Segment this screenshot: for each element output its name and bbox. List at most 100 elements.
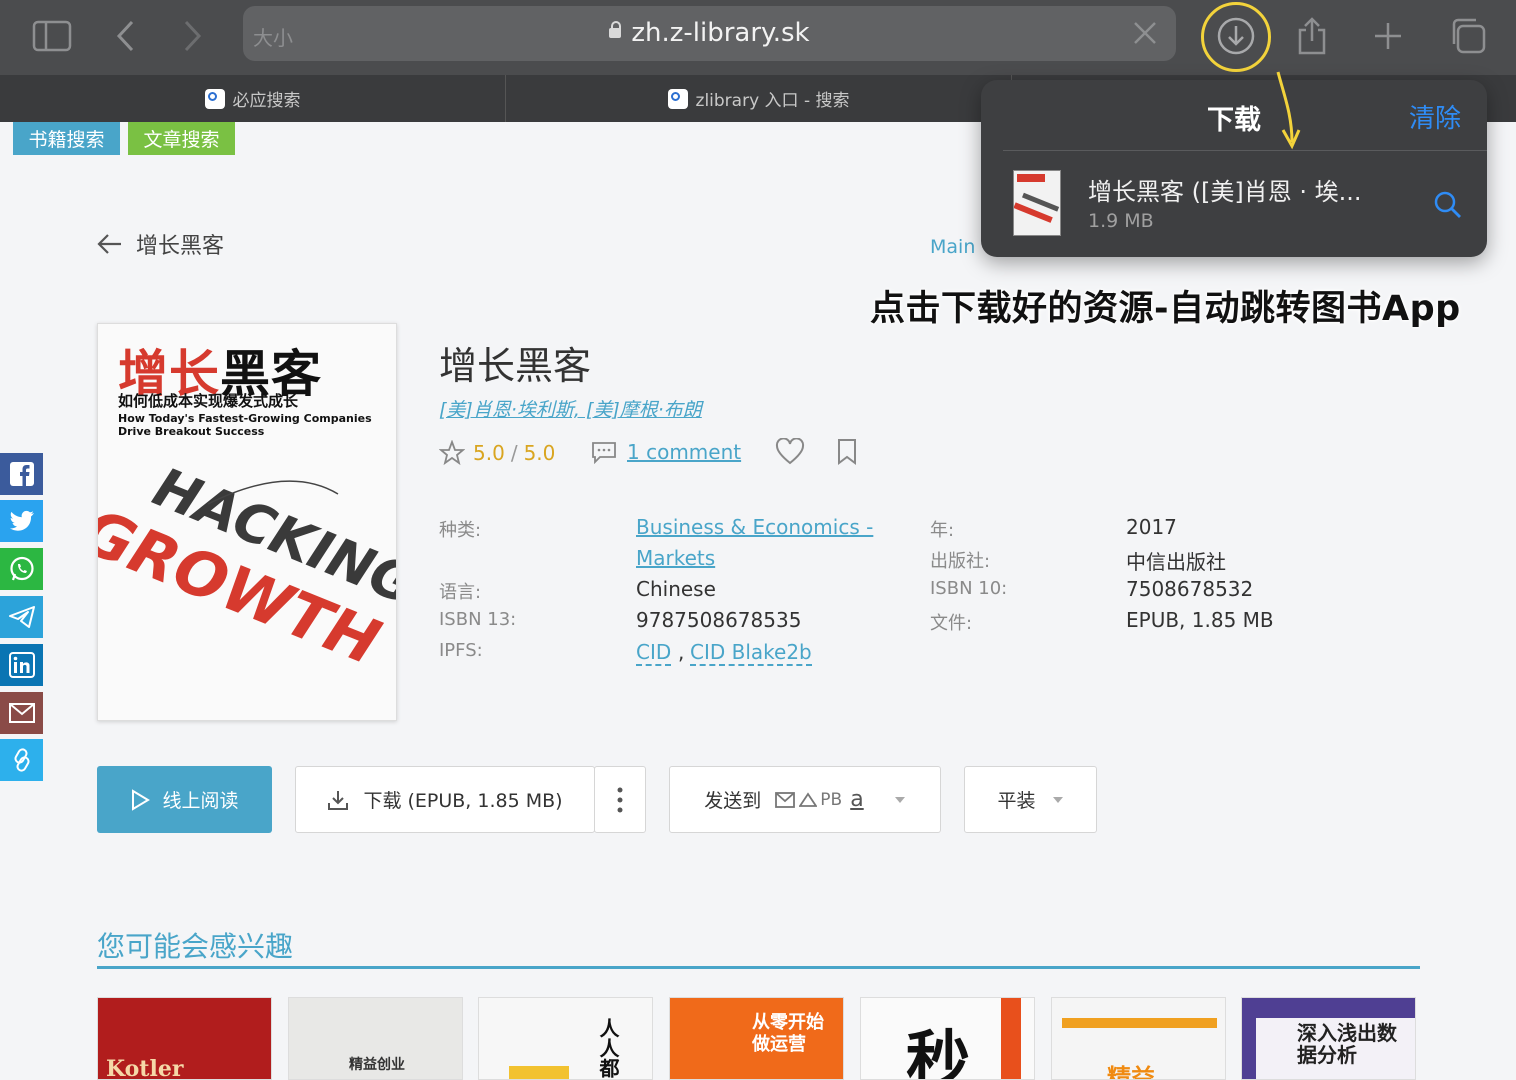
tabs-overview-icon[interactable] [1446, 14, 1490, 58]
sidebar-toggle-icon[interactable] [30, 14, 74, 58]
book-title: 增长黑客 [439, 344, 592, 388]
recommend-book[interactable]: 深入浅出数据分析 [1241, 997, 1416, 1080]
forward-arrow-icon[interactable] [170, 14, 214, 58]
book-search-button[interactable]: 书籍搜索 [13, 122, 120, 155]
amazon-label: a [850, 787, 864, 812]
download-label: 下载 (EPUB, 1.85 MB) [363, 790, 563, 812]
send-to-button[interactable]: 发送到 PB a [669, 766, 941, 833]
back-arrow-icon[interactable] [104, 14, 148, 58]
download-arrow-icon [328, 790, 349, 810]
send-to-label: 发送到 [704, 790, 762, 812]
search-favicon-icon [204, 88, 225, 109]
cover-subtitle: 如何低成本实现爆发式成长 [118, 392, 299, 410]
bookmark-icon[interactable] [836, 438, 858, 466]
recommend-book[interactable]: 从零开始做运营 [669, 997, 844, 1080]
back-link[interactable]: 增长黑客 [96, 228, 224, 260]
lock-icon [609, 21, 622, 38]
star-icon[interactable] [439, 440, 465, 466]
file-label: 文件: [930, 613, 973, 634]
isbn13-value: 9787508678535 [636, 608, 802, 632]
cloud-drive-icon [799, 791, 818, 807]
category-link[interactable]: Business & Economics - [636, 515, 873, 539]
more-options-button[interactable] [594, 766, 646, 833]
comment-icon [592, 442, 616, 464]
download-icon[interactable] [1214, 14, 1258, 58]
more-dots-icon [617, 787, 623, 812]
ipfs-separator: , [678, 640, 685, 664]
rating-max: 5.0 [523, 441, 556, 465]
tab-zlibrary-search[interactable]: zlibrary 入口 - 搜索 [506, 75, 1012, 122]
heart-icon[interactable] [775, 438, 805, 466]
download-file-name[interactable]: 增长黑客 ([美]肖恩 · 埃... [1088, 172, 1362, 207]
comments-link[interactable]: 1 comment [591, 440, 741, 464]
chevron-down-icon [894, 796, 905, 803]
tab-label: zlibrary 入口 - 搜索 [695, 91, 850, 111]
year-value: 2017 [1126, 515, 1177, 539]
downloads-popover: 下载 清除 增长黑客 ([美]肖恩 · 埃... 1.9 MB [981, 80, 1487, 257]
new-tab-icon[interactable] [1366, 14, 1410, 58]
magnifier-icon[interactable] [1433, 190, 1463, 220]
ipfs-blake-link[interactable]: CID Blake2b [690, 640, 812, 666]
rating-value: 5.0 [473, 441, 505, 465]
year-label: 年: [930, 520, 955, 541]
binding-label: 平装 [997, 790, 1036, 812]
play-icon [132, 788, 151, 811]
ipfs-label: IPFS: [439, 640, 483, 661]
publisher-label: 出版社: [930, 551, 991, 572]
language-label: 语言: [439, 582, 482, 603]
search-favicon-icon [667, 88, 688, 109]
category-link-2[interactable]: Markets [636, 546, 715, 570]
back-title: 增长黑客 [136, 234, 225, 259]
binding-dropdown[interactable]: 平装 [964, 766, 1097, 833]
browser-toolbar: 大小 zh.z-library.sk [0, 0, 1516, 75]
clear-url-icon[interactable] [1132, 20, 1158, 50]
isbn10-label: ISBN 10: [930, 578, 1008, 599]
cover-art: HACKING GROWTH [98, 464, 396, 679]
read-online-label: 线上阅读 [162, 790, 239, 812]
category-label: 种类: [439, 520, 482, 541]
main-link[interactable]: Main [930, 236, 975, 258]
download-file-size: 1.9 MB [1088, 210, 1154, 232]
copy-link-icon[interactable] [0, 739, 43, 781]
file-value: EPUB, 1.85 MB [1126, 608, 1274, 632]
url-text: zh.z-library.sk [631, 18, 810, 48]
recommend-book[interactable]: 秒 [860, 997, 1035, 1080]
whatsapp-share-icon[interactable] [0, 548, 43, 590]
publisher-value: 中信出版社 [1126, 550, 1226, 574]
divider [1003, 150, 1487, 151]
linkedin-share-icon[interactable] [0, 644, 43, 686]
read-online-button[interactable]: 线上阅读 [97, 766, 272, 833]
recommend-divider [97, 966, 1420, 969]
chevron-down-icon [1052, 796, 1063, 803]
recommend-book[interactable]: Kotler [97, 997, 272, 1080]
tab-label: 必应搜索 [232, 91, 301, 111]
twitter-share-icon[interactable] [0, 500, 43, 542]
recommend-book[interactable]: 人人都 [478, 997, 653, 1080]
recommend-book[interactable]: 精益 [1051, 997, 1226, 1080]
facebook-share-icon[interactable] [0, 453, 43, 495]
article-search-button[interactable]: 文章搜索 [128, 122, 235, 155]
recommend-book[interactable]: 精益创业 [288, 997, 463, 1080]
arrow-left-icon [97, 234, 121, 254]
recommend-title: 您可能会感兴趣 [97, 930, 294, 963]
book-authors[interactable]: [美]肖恩·埃利斯, [美]摩根·布朗 [439, 395, 702, 422]
annotation-arrow-icon [1276, 71, 1301, 150]
language-value: Chinese [636, 577, 716, 601]
instruction-caption: 点击下载好的资源-自动跳转图书App [870, 289, 1461, 329]
ipfs-cid-link[interactable]: CID [636, 640, 672, 666]
isbn13-label: ISBN 13: [439, 609, 517, 630]
clear-downloads-button[interactable]: 清除 [1409, 98, 1461, 135]
book-cover[interactable]: 增长黑客 如何低成本实现爆发式成长 How Today's Fastest-Gr… [97, 323, 397, 721]
pocketbook-label: PB [820, 789, 843, 810]
mail-icon [775, 791, 796, 808]
download-file-thumbnail[interactable] [1013, 170, 1061, 236]
telegram-share-icon[interactable] [0, 596, 43, 638]
email-share-icon[interactable] [0, 692, 43, 734]
tab-bing[interactable]: 必应搜索 [0, 75, 506, 122]
cover-english: How Today's Fastest-Growing Companies Dri… [118, 412, 372, 438]
download-button[interactable]: 下载 (EPUB, 1.85 MB) [295, 766, 595, 833]
comment-count: 1 comment [627, 440, 742, 464]
address-bar[interactable]: 大小 zh.z-library.sk [243, 6, 1176, 61]
share-icon[interactable] [1290, 14, 1334, 58]
rating: 5.0 / 5.0 [439, 440, 555, 466]
